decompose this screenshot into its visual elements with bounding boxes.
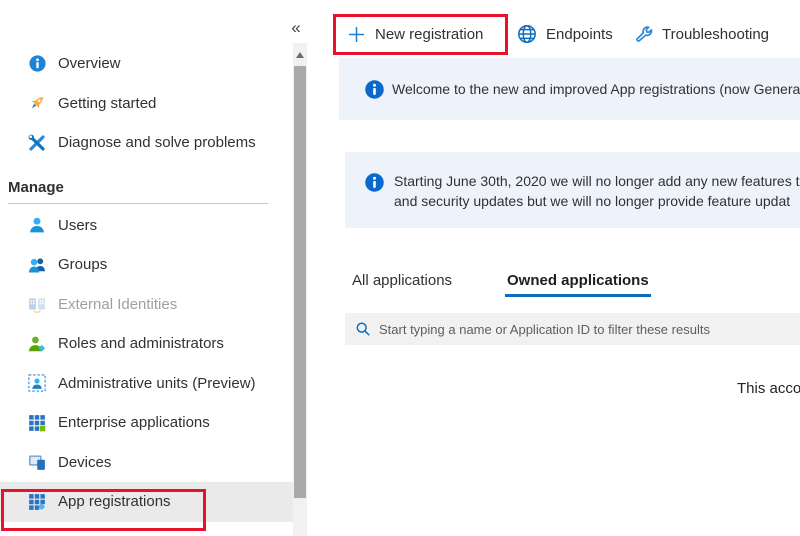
troubleshooting-label: Troubleshooting — [662, 26, 769, 43]
sidebar-item-label: Administrative units (Preview) — [58, 375, 256, 392]
new-registration-label: New registration — [375, 26, 483, 43]
azure-app-registrations-page: y Overview Getting started Diagnose and … — [0, 0, 800, 536]
user-group-icon — [28, 256, 46, 274]
external-identities-icon — [28, 295, 46, 313]
sidebar-item-label: Diagnose and solve problems — [58, 134, 256, 151]
enterprise-apps-icon — [28, 414, 46, 432]
info-icon — [365, 173, 384, 192]
sidebar-item-label: Overview — [58, 55, 121, 72]
search-input[interactable] — [379, 322, 800, 337]
admin-units-icon — [28, 374, 46, 392]
sidebar-item-diagnose[interactable]: Diagnose and solve problems — [0, 123, 293, 163]
crossed-tools-icon — [28, 134, 46, 152]
sidebar-item-users[interactable]: Users — [0, 206, 293, 246]
globe-icon — [517, 24, 537, 44]
info-icon — [28, 55, 46, 73]
sidebar-item-label: Getting started — [58, 95, 156, 112]
scroll-up-arrow-icon — [296, 52, 304, 58]
tab-owned-applications[interactable]: Owned applications — [505, 266, 651, 297]
wrench-icon — [635, 25, 653, 43]
sidebar-item-external-identities[interactable]: External Identities — [0, 285, 293, 325]
troubleshooting-button[interactable]: Troubleshooting — [635, 17, 769, 51]
deprecation-info-banner: Starting June 30th, 2020 we will no long… — [345, 152, 800, 228]
sidebar-item-label: External Identities — [58, 296, 177, 313]
sidebar-item-label: Enterprise applications — [58, 414, 210, 431]
scrollbar-thumb[interactable] — [294, 66, 306, 498]
sidebar-item-devices[interactable]: Devices — [0, 443, 293, 483]
roles-icon — [28, 335, 46, 353]
rocket-icon — [28, 94, 46, 112]
app-registrations-icon — [28, 493, 46, 511]
sidebar-section-manage: Manage — [0, 175, 293, 201]
sidebar-item-overview[interactable]: Overview — [0, 44, 293, 84]
devices-icon — [28, 453, 46, 471]
collapse-sidebar-icon[interactable]: « — [286, 18, 306, 40]
welcome-info-banner: Welcome to the new and improved App regi… — [339, 58, 800, 120]
info-icon — [365, 80, 384, 99]
sidebar-item-groups[interactable]: Groups — [0, 245, 293, 285]
sidebar-item-app-registrations[interactable]: App registrations — [0, 482, 293, 522]
main-content: New registration Endpoints Troubleshooti… — [308, 0, 800, 536]
sidebar-item-getting-started[interactable]: Getting started — [0, 84, 293, 124]
deprecation-banner-text: Starting June 30th, 2020 we will no long… — [394, 172, 799, 211]
sidebar-divider — [8, 203, 268, 204]
scrollbar-up-button[interactable] — [293, 43, 307, 66]
endpoints-label: Endpoints — [546, 26, 613, 43]
sidebar-item-administrative-units[interactable]: Administrative units (Preview) — [0, 364, 293, 404]
sidebar-item-label: Users — [58, 217, 97, 234]
sidebar-item-label: Groups — [58, 256, 107, 273]
user-icon — [28, 216, 46, 234]
sidebar-item-roles-and-administrators[interactable]: Roles and administrators — [0, 324, 293, 364]
deprecation-banner-line-2: and security updates but we will no long… — [394, 192, 799, 212]
new-registration-button[interactable]: New registration — [348, 17, 483, 51]
empty-state-text: This accou — [737, 380, 800, 397]
sidebar: Overview Getting started Diagnose and so… — [0, 0, 293, 536]
welcome-banner-text: Welcome to the new and improved App regi… — [392, 81, 800, 97]
endpoints-button[interactable]: Endpoints — [517, 17, 613, 51]
sidebar-item-label: Devices — [58, 454, 111, 471]
sidebar-item-enterprise-applications[interactable]: Enterprise applications — [0, 403, 293, 443]
application-filter-searchbox[interactable] — [345, 313, 800, 345]
plus-icon — [348, 26, 365, 43]
search-icon — [355, 321, 371, 337]
tab-all-applications[interactable]: All applications — [350, 266, 454, 294]
sidebar-scrollbar[interactable] — [293, 43, 307, 536]
sidebar-item-label: App registrations — [58, 493, 171, 510]
sidebar-item-label: Roles and administrators — [58, 335, 224, 352]
deprecation-banner-line-1: Starting June 30th, 2020 we will no long… — [394, 172, 799, 192]
